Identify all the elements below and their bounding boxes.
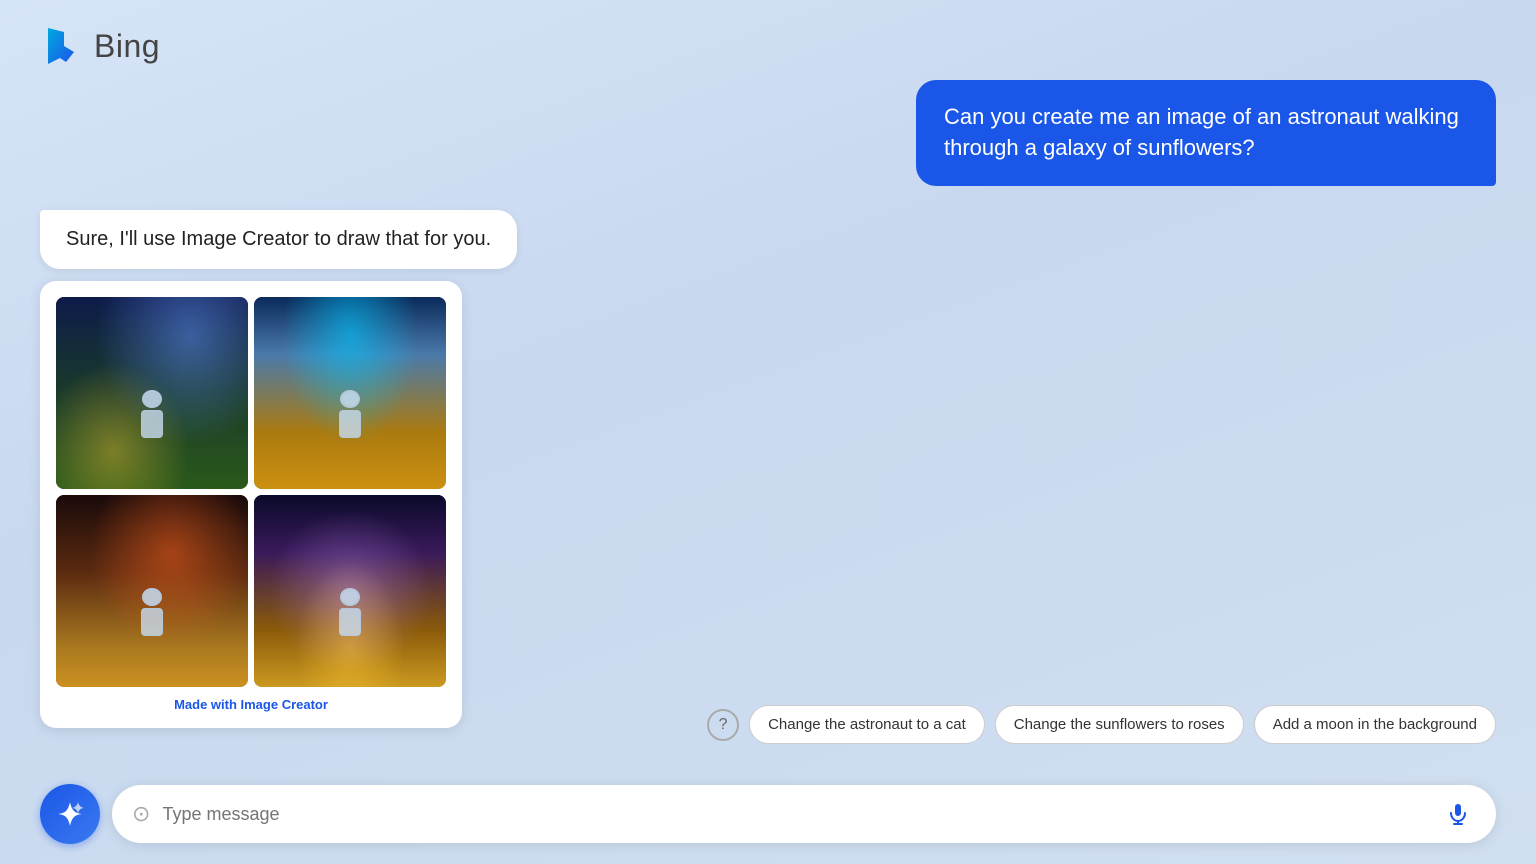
user-message-container: Can you create me an image of an astrona… bbox=[40, 80, 1496, 186]
suggestion-chip-2[interactable]: Change the sunflowers to roses bbox=[995, 705, 1244, 744]
suggestion-chip-3[interactable]: Add a moon in the background bbox=[1254, 705, 1496, 744]
suggestions-area: ? Change the astronaut to a cat Change t… bbox=[0, 705, 1536, 744]
user-bubble: Can you create me an image of an astrona… bbox=[916, 80, 1496, 186]
generated-image-2[interactable] bbox=[254, 297, 446, 489]
astronaut-head-2 bbox=[340, 390, 360, 408]
mic-icon bbox=[1446, 802, 1470, 826]
message-input-container: ⊙ bbox=[112, 785, 1496, 843]
astronaut-body-1 bbox=[141, 410, 163, 438]
input-bar: ⊙ bbox=[40, 784, 1496, 844]
header: Bing bbox=[0, 0, 1536, 92]
bing-logo: Bing bbox=[40, 24, 160, 68]
astronaut-head-1 bbox=[142, 390, 162, 408]
image-grid-container: Made with Image Creator bbox=[40, 281, 462, 728]
bing-title: Bing bbox=[94, 28, 160, 65]
astronaut-figure-4 bbox=[335, 588, 365, 648]
astronaut-head-4 bbox=[340, 588, 360, 606]
chat-area: Can you create me an image of an astrona… bbox=[0, 80, 1536, 764]
astronaut-head-3 bbox=[142, 588, 162, 606]
astronaut-figure-2 bbox=[335, 390, 365, 450]
mic-button[interactable] bbox=[1440, 796, 1476, 832]
generated-image-1[interactable] bbox=[56, 297, 248, 489]
assistant-message-container: Sure, I'll use Image Creator to draw tha… bbox=[40, 210, 1496, 728]
astronaut-body-4 bbox=[339, 608, 361, 636]
assistant-bubble: Sure, I'll use Image Creator to draw tha… bbox=[40, 210, 517, 269]
astronaut-figure-3 bbox=[137, 588, 167, 648]
message-icon: ⊙ bbox=[132, 801, 150, 827]
sparkle-icon bbox=[56, 800, 84, 828]
suggestion-chip-1[interactable]: Change the astronaut to a cat bbox=[749, 705, 985, 744]
generated-image-4[interactable] bbox=[254, 495, 446, 687]
astronaut-body-3 bbox=[141, 608, 163, 636]
generated-image-3[interactable] bbox=[56, 495, 248, 687]
astronaut-figure-1 bbox=[137, 390, 167, 450]
astronaut-body-2 bbox=[339, 410, 361, 438]
chat-action-button[interactable] bbox=[40, 784, 100, 844]
image-grid bbox=[56, 297, 446, 687]
help-icon[interactable]: ? bbox=[707, 709, 739, 741]
message-input[interactable] bbox=[162, 804, 1440, 825]
bing-b-icon bbox=[40, 24, 84, 68]
